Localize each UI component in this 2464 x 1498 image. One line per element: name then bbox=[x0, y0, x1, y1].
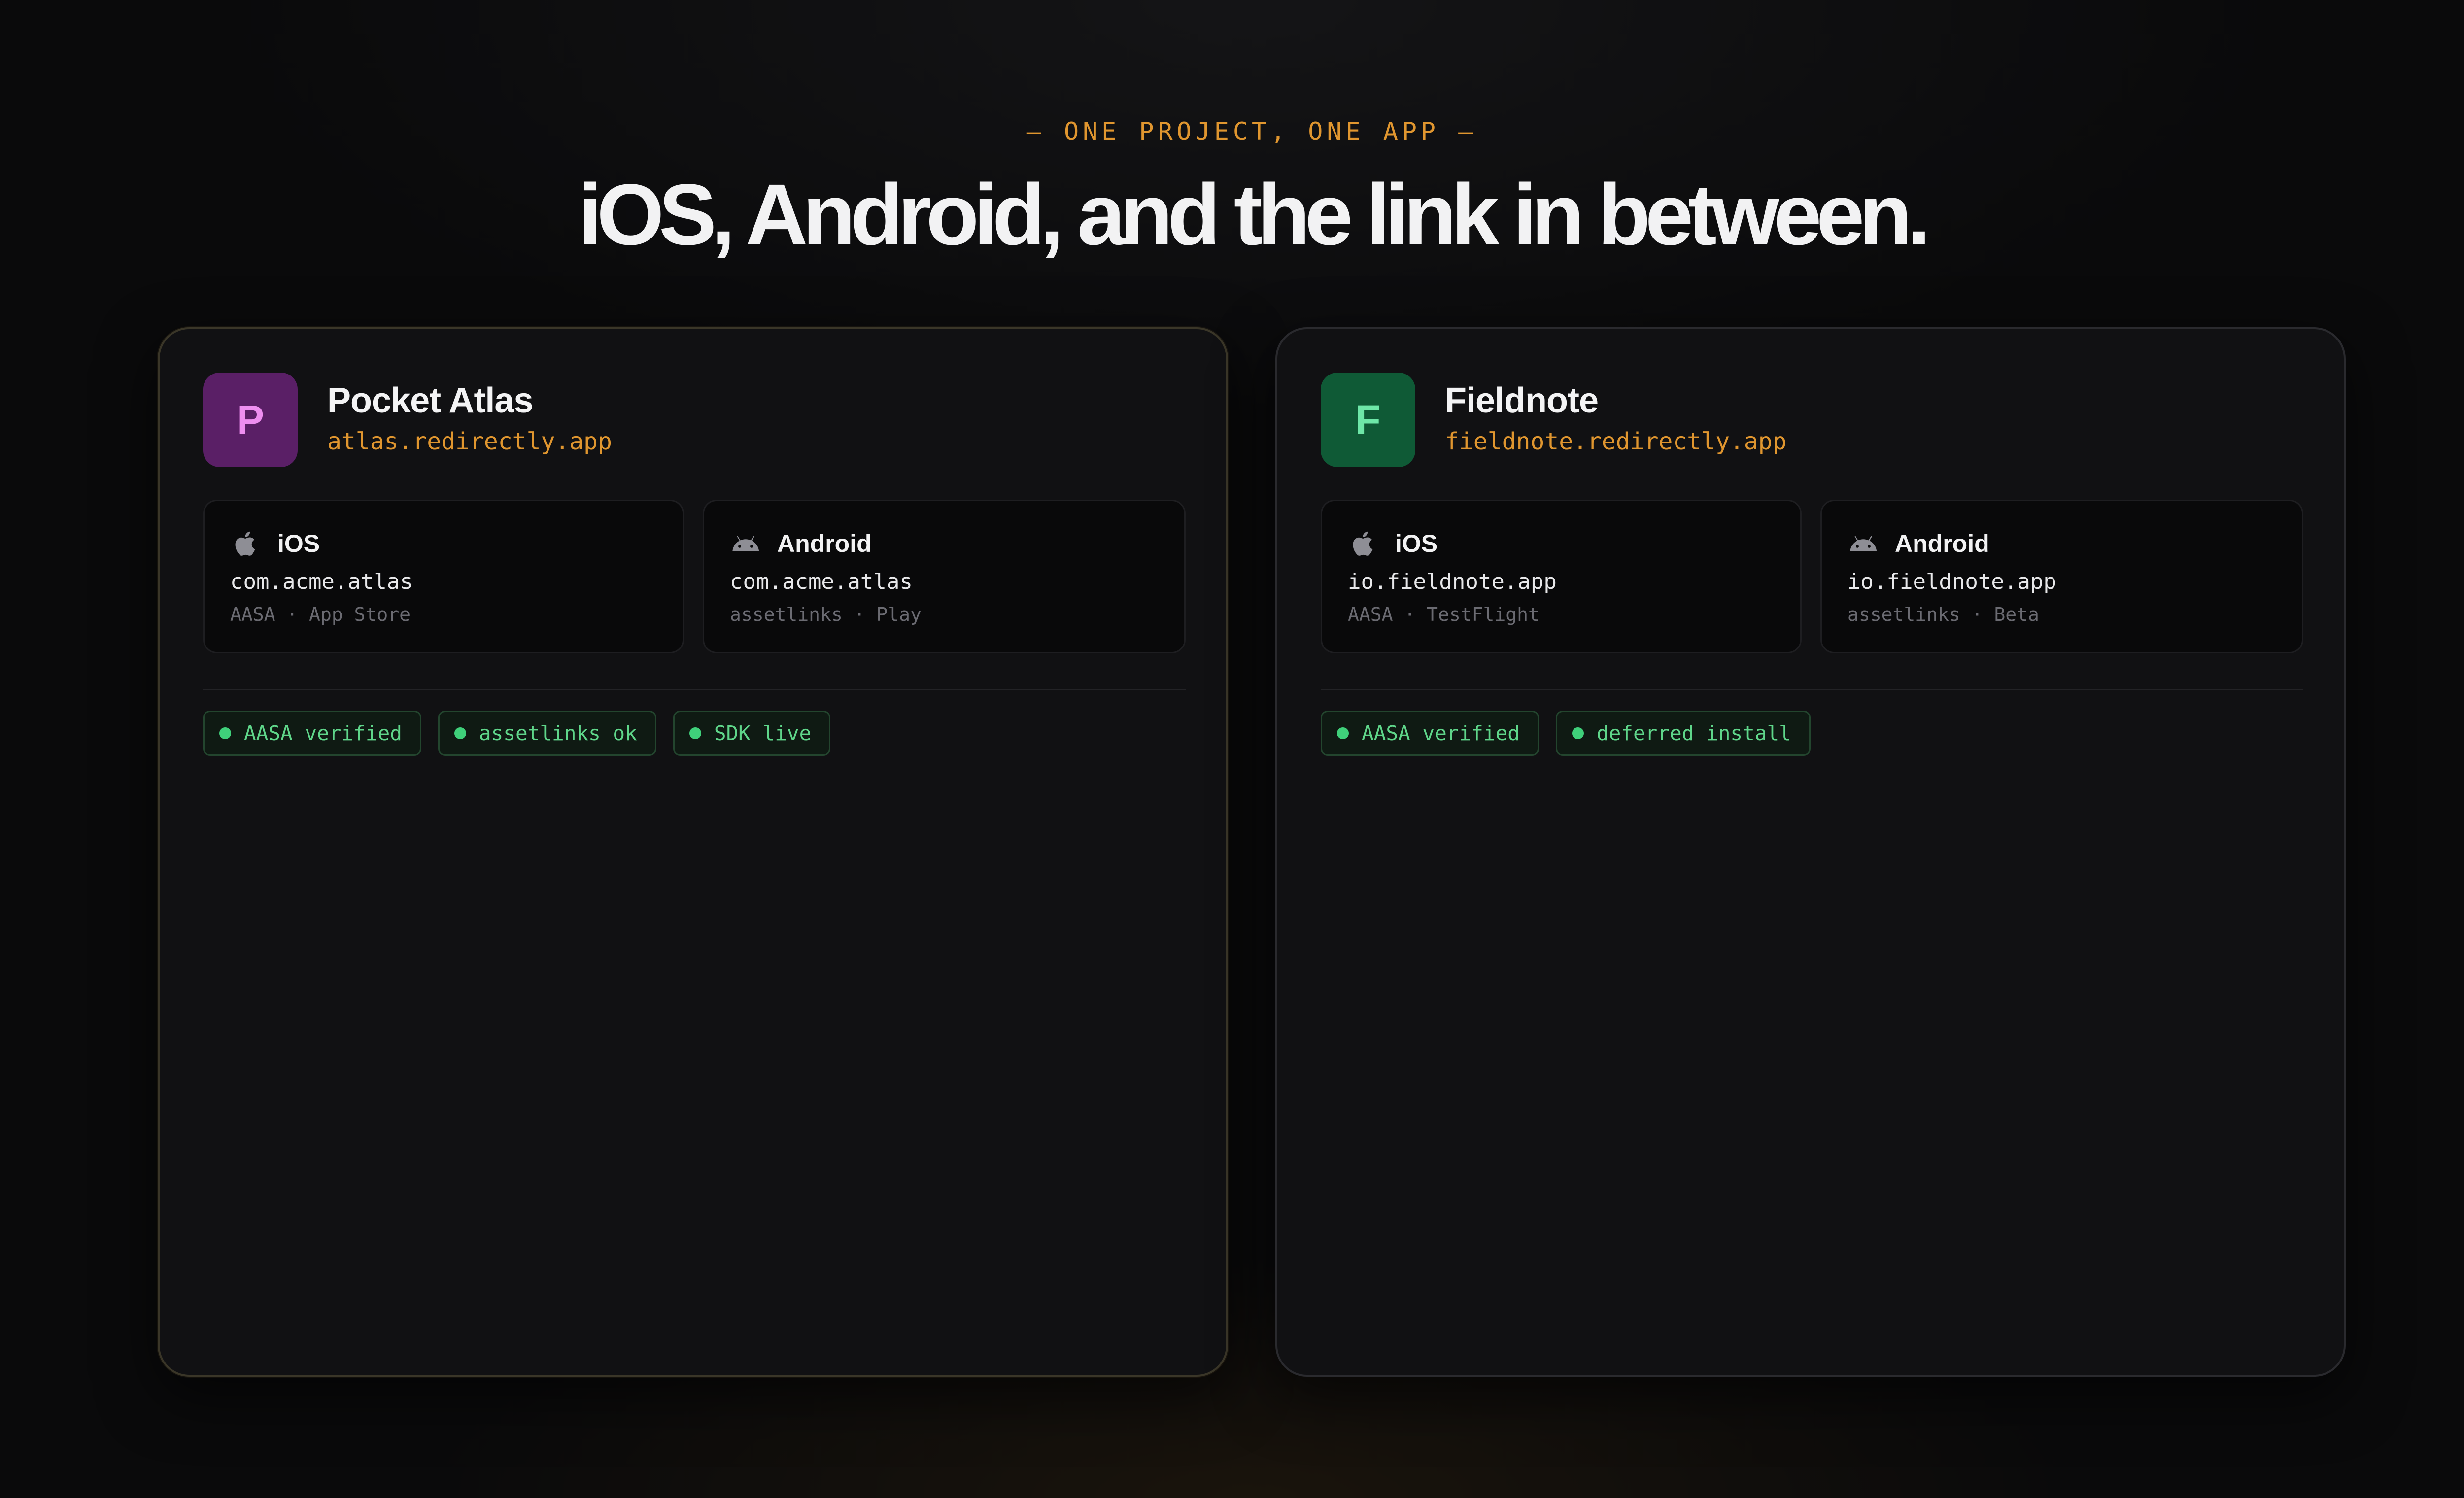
status-badge: AASA verified bbox=[203, 711, 421, 756]
divider bbox=[1321, 689, 2303, 690]
platform-card-ios[interactable]: iOS io.fieldnote.app AASA · TestFlight bbox=[1321, 500, 1802, 653]
platform-meta: assetlinks · Play bbox=[730, 604, 922, 625]
status-badge: assetlinks ok bbox=[438, 711, 656, 756]
app-domain-link[interactable]: atlas.redirectly.app bbox=[327, 426, 612, 457]
page-headline: iOS, Android, and the link in between. bbox=[578, 167, 1931, 263]
platform-card-ios[interactable]: iOS com.acme.atlas AASA · App Store bbox=[203, 500, 684, 653]
platform-label: iOS bbox=[277, 530, 320, 557]
badge-label: deferred install bbox=[1596, 721, 1791, 745]
app-icon: F bbox=[1321, 373, 1415, 467]
app-icon: P bbox=[203, 373, 298, 467]
platform-card-android[interactable]: Android com.acme.atlas assetlinks · Play bbox=[703, 500, 1186, 653]
apple-icon bbox=[235, 531, 255, 556]
status-dot-icon bbox=[1337, 727, 1349, 739]
status-badges: AASA verified assetlinks ok SDK live bbox=[203, 711, 831, 756]
platform-label: Android bbox=[777, 530, 872, 557]
android-icon bbox=[732, 536, 759, 551]
badge-label: AASA verified bbox=[244, 721, 402, 745]
section-eyebrow: — ONE PROJECT, ONE APP — bbox=[1026, 117, 1477, 146]
status-dot-icon bbox=[689, 727, 701, 739]
badge-label: AASA verified bbox=[1362, 721, 1520, 745]
project-card-pocket-atlas[interactable]: P Pocket Atlas atlas.redirectly.app iOS … bbox=[158, 327, 1228, 1377]
badge-label: assetlinks ok bbox=[479, 721, 637, 745]
platform-meta: assetlinks · Beta bbox=[1848, 604, 2039, 625]
status-dot-icon bbox=[219, 727, 231, 739]
platform-meta: AASA · App Store bbox=[230, 604, 411, 625]
app-domain-link[interactable]: fieldnote.redirectly.app bbox=[1445, 426, 1787, 457]
platform-label: iOS bbox=[1395, 530, 1438, 557]
status-badge: deferred install bbox=[1555, 711, 1811, 756]
bundle-id: com.acme.atlas bbox=[730, 569, 913, 594]
app-name: Fieldnote bbox=[1445, 381, 1599, 420]
platform-card-android[interactable]: Android io.fieldnote.app assetlinks · Be… bbox=[1820, 500, 2303, 653]
android-icon bbox=[1850, 536, 1877, 551]
bundle-id: io.fieldnote.app bbox=[1848, 569, 2056, 594]
bundle-id: com.acme.atlas bbox=[230, 569, 413, 594]
apple-icon bbox=[1353, 531, 1373, 556]
status-dot-icon bbox=[1572, 727, 1584, 739]
status-badges: AASA verified deferred install bbox=[1321, 711, 1811, 756]
divider bbox=[203, 689, 1186, 690]
status-dot-icon bbox=[454, 727, 466, 739]
platform-meta: AASA · TestFlight bbox=[1348, 604, 1540, 625]
status-badge: AASA verified bbox=[1321, 711, 1539, 756]
project-card-fieldnote[interactable]: F Fieldnote fieldnote.redirectly.app iOS… bbox=[1275, 327, 2346, 1377]
app-name: Pocket Atlas bbox=[327, 381, 534, 420]
bundle-id: io.fieldnote.app bbox=[1348, 569, 1557, 594]
platform-label: Android bbox=[1895, 530, 1989, 557]
status-badge: SDK live bbox=[673, 711, 831, 756]
badge-label: SDK live bbox=[714, 721, 812, 745]
